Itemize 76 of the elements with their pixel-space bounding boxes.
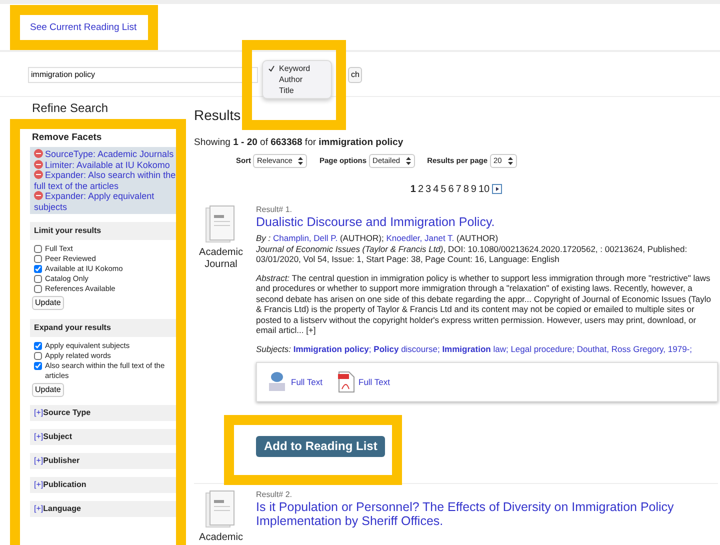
- expand-toggle[interactable]: [+]: [34, 504, 44, 514]
- result-number: Result# 2.: [256, 490, 294, 500]
- checkbox[interactable]: [34, 255, 42, 264]
- remove-facet-link[interactable]: SourceType: Academic Journals: [34, 149, 176, 160]
- result-title-link[interactable]: Dualistic Discourse and Immigration Policy.: [256, 215, 718, 229]
- expand-toggle[interactable]: [+]: [34, 480, 44, 490]
- page-link[interactable]: 4: [433, 182, 439, 196]
- current-page: 1: [410, 182, 416, 196]
- subjects-label: Subjects:: [256, 344, 292, 354]
- checkbox[interactable]: [34, 352, 42, 360]
- menu-item[interactable]: Keyword: [263, 63, 331, 74]
- checkbox[interactable]: [34, 342, 42, 350]
- source-details: Journal of Economic Issues (Taylor & Francis Ltd), DOI: 10.1080/00213624.2020.1720562, : 00213624, Published: 03/01/2020, Vol 54, Issue: 1, Start Page: 38, Page Count: 16, Language: English: [256, 244, 688, 264]
- page-link[interactable]: 5: [440, 182, 446, 196]
- publication-type: Academic Journal: [198, 246, 244, 270]
- author-role: (AUTHOR);: [338, 233, 385, 243]
- reading-list-link[interactable]: See Current Reading List: [30, 22, 137, 33]
- add-to-reading-list-button[interactable]: Add to Reading List: [256, 436, 386, 456]
- author-role: (AUTHOR): [456, 233, 498, 243]
- search-field[interactable]: immigration policy: [28, 66, 258, 82]
- remove-icon: [34, 149, 43, 158]
- page-link[interactable]: 2: [418, 182, 424, 196]
- subject-link[interactable]: Immigration law;: [442, 344, 508, 354]
- subject-link[interactable]: Douthat, Ross Gregory, 1979-;: [576, 344, 692, 354]
- full-text-link[interactable]: Full Text: [267, 371, 322, 393]
- checkbox[interactable]: [34, 285, 42, 294]
- facet-group-label: Subject: [43, 432, 72, 442]
- checkbox[interactable]: [34, 265, 42, 274]
- menu-item[interactable]: Title: [263, 85, 331, 96]
- author-link[interactable]: Knoedler, Janet T.: [386, 233, 454, 243]
- menu-item[interactable]: Author: [263, 74, 331, 85]
- updown-icon: [298, 156, 304, 165]
- subject-link[interactable]: Legal procedure;: [510, 344, 574, 354]
- checkbox[interactable]: [34, 362, 42, 370]
- remove-facet-link[interactable]: Limiter: Available at IU Kokomo: [34, 160, 176, 170]
- update-button[interactable]: Update: [32, 382, 64, 397]
- updown-icon: [508, 156, 513, 165]
- full-text-link[interactable]: Full Text: [336, 371, 390, 393]
- html-file-icon: [267, 371, 287, 393]
- abstract-text: Abstract: The central question in immigration policy is whether to support less immigration through more "restrictive" laws and procedures or whether to support more immigration through a "relaxation" of existing laws. Recently, however, a second debate has arisen on one side of this debate regarding the appr... Copyright of Journal of Economic Issues (Taylo & Francis Ltd) is the property of Taylor & Francis Ltd and its content may not be copied or emailed to multiple sites or posted to a listserv without the copyright holder's express written permission. However, users may print, download, or email articl... [+]: [256, 272, 712, 336]
- page-link[interactable]: 3: [426, 182, 432, 196]
- sidebar-title: Refine Search: [32, 100, 110, 117]
- search-button[interactable]: ch: [348, 67, 362, 83]
- pdf-file-icon: [336, 371, 354, 393]
- page-link[interactable]: 8: [463, 182, 469, 196]
- remove-icon: [34, 170, 43, 180]
- facet-group-label: Publication: [43, 480, 86, 490]
- result-number: Result# 1.: [256, 204, 294, 215]
- updown-icon: [406, 156, 412, 165]
- subject-link[interactable]: Policy discourse;: [374, 344, 440, 354]
- by-label: By :: [256, 233, 272, 243]
- author-link[interactable]: Champlin, Dell P.: [273, 233, 338, 243]
- results-heading: Results: [194, 106, 242, 125]
- expand-toggle[interactable]: [+]: [34, 432, 44, 442]
- next-page-icon[interactable]: [492, 184, 502, 194]
- page-link[interactable]: 9: [470, 182, 476, 196]
- results-summary: Showing 1 - 20 of 663368 for immigration policy: [194, 136, 404, 150]
- remove-icon: [34, 160, 43, 169]
- update-button[interactable]: Update: [32, 296, 64, 310]
- remove-facet-link[interactable]: Expander: Also search within the full text of the articles: [34, 170, 176, 192]
- section-heading: Remove Facets: [31, 131, 103, 145]
- subject-link[interactable]: Immigration policy;: [293, 344, 372, 354]
- result-title-link[interactable]: Is it Population or Personnel? The Effects of Diversity on Immigration Policy Implementation by Sheriff Offices.: [256, 500, 718, 528]
- remove-facet-link[interactable]: Expander: Apply equivalent subjects: [34, 191, 176, 212]
- publication-type: Academic: [198, 532, 244, 544]
- expand-toggle[interactable]: [+]: [34, 456, 44, 466]
- facet-group-label: Language: [43, 504, 81, 514]
- facet-group-label: Publisher: [43, 456, 80, 466]
- page-link[interactable]: 6: [448, 182, 454, 196]
- remove-icon: [34, 191, 43, 200]
- page-link[interactable]: 10: [478, 182, 490, 196]
- expand-toggle[interactable]: [+]: [34, 408, 44, 418]
- checkbox[interactable]: [34, 275, 42, 284]
- page-link[interactable]: 7: [456, 182, 462, 196]
- facet-group-label: Source Type: [43, 408, 91, 418]
- checkbox[interactable]: [34, 245, 42, 254]
